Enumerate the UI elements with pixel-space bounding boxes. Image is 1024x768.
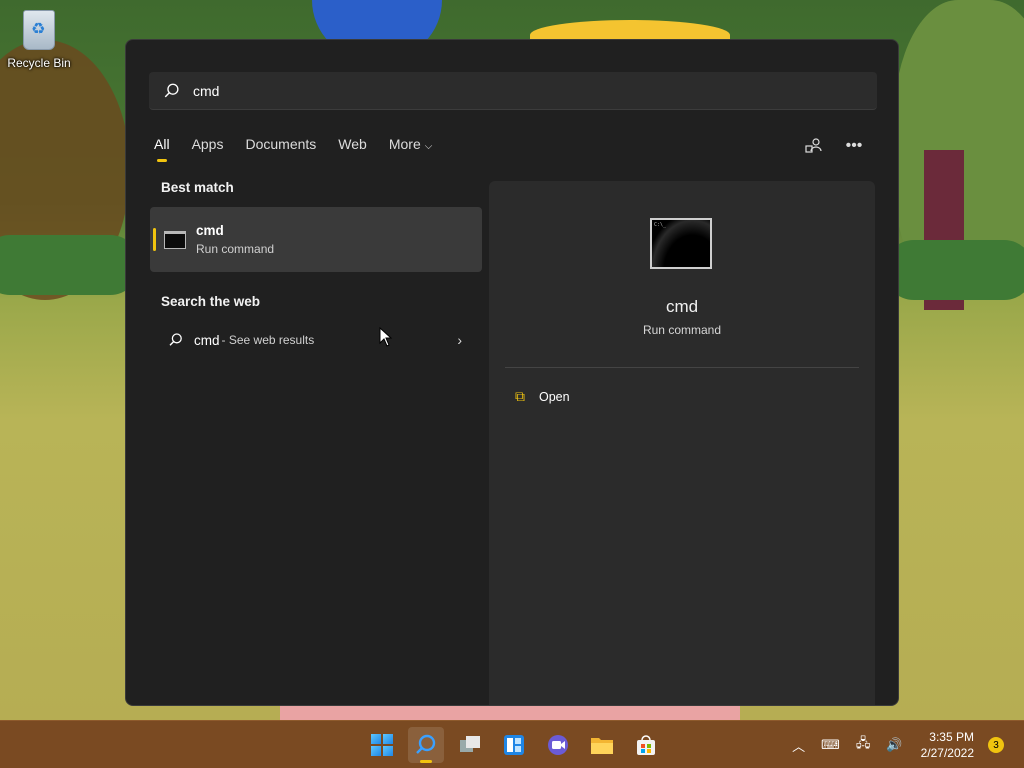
more-options-icon[interactable]: •••: [844, 136, 864, 156]
web-result-suffix: - See web results: [221, 333, 315, 347]
best-match-heading: Best match: [161, 180, 234, 195]
video-chat-icon: [548, 735, 568, 755]
chevron-down-icon: ⌵: [424, 141, 433, 152]
tab-more[interactable]: More ⌵: [389, 136, 433, 158]
web-result-query: cmd: [194, 332, 220, 348]
search-icon: [164, 83, 179, 97]
search-input[interactable]: cmd: [149, 72, 877, 110]
network-icon[interactable]: 🖧: [856, 734, 871, 756]
taskbar-apps: [364, 727, 664, 763]
mouse-cursor-icon: [379, 327, 393, 347]
header-actions: •••: [804, 136, 864, 156]
system-tray: ︿ ⌨ 🖧 🔊 3:35 PM 2/27/2022 3: [776, 721, 1024, 768]
open-action-label: Open: [539, 389, 570, 404]
command-prompt-large-icon: C:\_: [650, 218, 712, 269]
chevron-up-icon[interactable]: ︿: [792, 736, 805, 755]
open-action[interactable]: ⧉ Open: [515, 388, 570, 405]
web-result-item[interactable]: cmd - See web results ›: [150, 327, 482, 353]
preview-title: cmd: [665, 297, 699, 316]
wallpaper-bush-right: [884, 240, 1024, 300]
store-button[interactable]: [628, 727, 664, 763]
task-view-button[interactable]: [452, 727, 488, 763]
widgets-button[interactable]: [496, 727, 532, 763]
search-web-heading: Search the web: [161, 294, 261, 309]
search-panel: cmd All Apps Documents Web More ⌵ ••• Bes…: [125, 39, 899, 706]
command-prompt-icon: [164, 230, 186, 249]
recycle-bin-icon: [23, 10, 55, 50]
clock-date: 2/27/2022: [920, 746, 974, 760]
account-switch-icon[interactable]: [804, 136, 824, 156]
store-icon: [637, 735, 655, 755]
account-switch-glyph: [805, 138, 822, 153]
search-query: cmd: [193, 82, 220, 99]
tab-all[interactable]: All: [154, 136, 170, 162]
widgets-icon: [504, 735, 524, 755]
volume-icon[interactable]: 🔊: [886, 737, 902, 753]
filter-tabs: All Apps Documents Web More ⌵: [154, 136, 433, 162]
windows-logo-icon: [371, 734, 393, 756]
tab-web[interactable]: Web: [338, 136, 367, 158]
keyboard-icon[interactable]: ⌨: [821, 737, 840, 753]
tab-documents[interactable]: Documents: [245, 136, 316, 158]
chat-button[interactable]: [540, 727, 576, 763]
tab-more-label: More: [388, 136, 421, 152]
search-taskbar-button[interactable]: [408, 727, 444, 763]
preview-subtitle: Run command: [642, 323, 722, 337]
results-list: Best match cmd Run command Search the we…: [150, 180, 482, 353]
open-external-icon: ⧉: [515, 388, 525, 404]
folder-icon: [591, 738, 613, 754]
preview-divider: [505, 367, 859, 368]
task-view-icon: [460, 736, 480, 752]
recycle-bin-shortcut[interactable]: Recycle Bin: [6, 8, 72, 72]
preview-pane: C:\_ cmd Run command ⧉ Open: [489, 181, 875, 705]
best-match-item[interactable]: cmd Run command: [150, 207, 482, 272]
search-icon: [416, 734, 436, 754]
wallpaper-bush-left: [0, 235, 140, 295]
recycle-bin-label: Recycle Bin: [7, 56, 71, 70]
notification-badge[interactable]: 3: [988, 737, 1004, 753]
clock-time: 3:35 PM: [929, 730, 974, 744]
taskbar: ︿ ⌨ 🖧 🔊 3:35 PM 2/27/2022 3: [0, 720, 1024, 768]
clock[interactable]: 3:35 PM 2/27/2022: [921, 729, 974, 761]
file-explorer-button[interactable]: [584, 727, 620, 763]
best-match-subtitle: Run command: [196, 242, 275, 256]
selection-indicator: [153, 228, 156, 251]
tab-apps[interactable]: Apps: [192, 136, 224, 158]
best-match-name: cmd: [196, 223, 224, 238]
start-button[interactable]: [364, 727, 400, 763]
chevron-right-icon: ›: [457, 332, 462, 348]
search-icon: [169, 333, 182, 346]
